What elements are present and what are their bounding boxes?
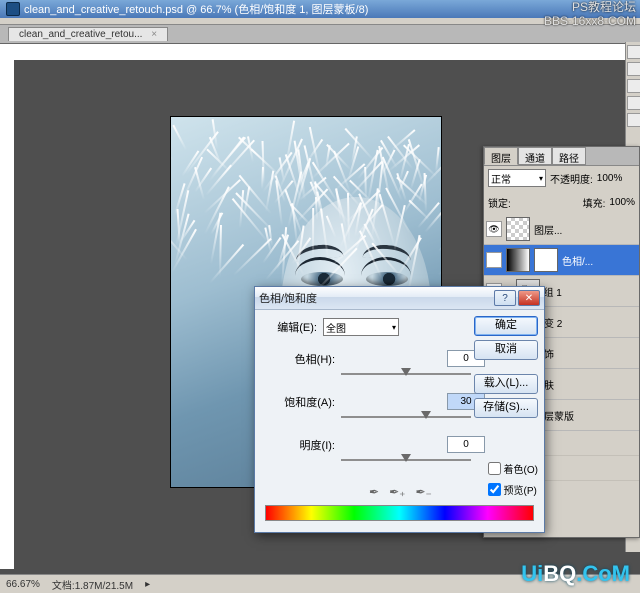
ruler-vertical [0, 44, 15, 569]
slider-row: 明度(I): 0 [261, 436, 538, 453]
layer-name: 图层... [534, 222, 562, 237]
opacity-value[interactable]: 100% [597, 173, 623, 184]
hue-saturation-dialog: 色相/饱和度 ? ✕ 编辑(E): 全图▾ 色相(H): 0 饱和度(A): 3… [254, 286, 545, 533]
visibility-icon[interactable]: 👁 [486, 221, 502, 237]
edit-label: 编辑(E): [261, 319, 317, 335]
tab-channels[interactable]: 通道 [518, 147, 552, 165]
slider-label: 饱和度(A): [261, 394, 335, 410]
layer-name: 色相/... [562, 253, 593, 268]
blend-mode-select[interactable]: 正常▾ [488, 169, 546, 187]
window-title: clean_and_creative_retouch.psd @ 66.7% (… [24, 1, 368, 17]
tab-layers[interactable]: 图层 [484, 147, 518, 165]
blend-row: 正常▾ 不透明度: 100% [484, 166, 639, 190]
dialog-body: 编辑(E): 全图▾ 色相(H): 0 饱和度(A): 30 明度(I): 0 … [255, 310, 544, 533]
slider-track[interactable] [341, 369, 471, 379]
save-button[interactable]: 存储(S)... [474, 398, 538, 418]
app-icon [6, 2, 20, 16]
preview-checkbox[interactable]: 预览(P) [484, 478, 538, 499]
hue-spectrum[interactable] [265, 505, 534, 521]
cancel-button[interactable]: 取消 [474, 340, 538, 360]
close-icon[interactable]: × [151, 29, 157, 40]
slider-track[interactable] [341, 455, 471, 465]
document-tab[interactable]: clean_and_creative_retou... × [8, 27, 168, 41]
tab-label: clean_and_creative_retou... [19, 29, 142, 40]
dialog-buttons: 确定 取消 载入(L)... 存储(S)... [474, 316, 538, 418]
fill-label: 填充: [583, 195, 606, 210]
watermark-top: PS教程论坛 BBS·16xx8·COM [544, 0, 636, 28]
eyedropper-icon[interactable]: ✒ [369, 485, 379, 499]
watermark-bottom: UiBQ.CoM [521, 561, 630, 587]
edit-select[interactable]: 全图▾ [323, 318, 399, 336]
lock-label: 锁定: [488, 195, 511, 210]
mask-thumb [534, 248, 558, 272]
layer-thumb [506, 248, 530, 272]
eyedropper-plus-icon[interactable]: ✒₊ [389, 485, 405, 499]
opacity-label: 不透明度: [550, 171, 593, 186]
layer-name: 组 1 [544, 284, 562, 299]
slider-label: 色相(H): [261, 351, 335, 367]
fill-value[interactable]: 100% [609, 197, 635, 208]
doc-info: 文档:1.87M/21.5M [52, 577, 133, 592]
lock-row: 锁定: 填充: 100% [484, 190, 639, 214]
load-button[interactable]: 载入(L)... [474, 374, 538, 394]
panel-tabs: 图层 通道 路径 [484, 147, 639, 166]
help-button[interactable]: ? [494, 290, 516, 306]
app-root: clean_and_creative_retouch.psd @ 66.7% (… [0, 0, 640, 593]
slider-value-field[interactable]: 0 [447, 436, 485, 453]
dialog-title: 色相/饱和度 [259, 290, 317, 306]
slider-label: 明度(I): [261, 437, 335, 453]
dialog-titlebar[interactable]: 色相/饱和度 ? ✕ [255, 287, 544, 310]
slider-track[interactable] [341, 412, 471, 422]
tab-paths[interactable]: 路径 [552, 147, 586, 165]
layer-row[interactable]: 👁 图层... [484, 214, 639, 245]
close-button[interactable]: ✕ [518, 290, 540, 306]
colorize-checkbox[interactable]: 着色(O) [484, 457, 538, 478]
layer-row[interactable]: 👁 色相/... [484, 245, 639, 276]
ruler-horizontal [14, 44, 640, 61]
zoom-level[interactable]: 66.67% [6, 579, 40, 590]
chevron-right-icon[interactable]: ▸ [145, 579, 150, 590]
ok-button[interactable]: 确定 [474, 316, 538, 336]
eyedropper-minus-icon[interactable]: ✒₋ [415, 485, 431, 499]
layer-thumb [506, 217, 530, 241]
image-fur [171, 117, 441, 287]
visibility-icon[interactable]: 👁 [486, 252, 502, 268]
dialog-checkboxes: 着色(O) 预览(P) [484, 457, 538, 499]
eyedropper-tools[interactable]: ✒ ✒₊ ✒₋ [369, 485, 432, 499]
